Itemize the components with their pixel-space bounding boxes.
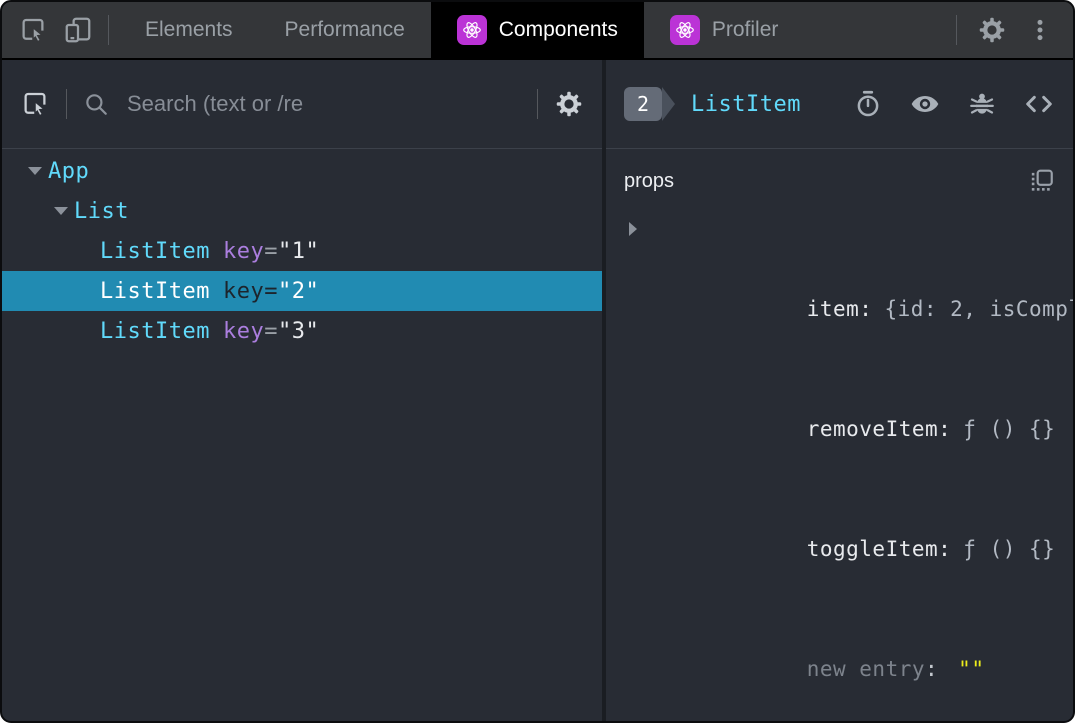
device-toolbar-icon[interactable] — [63, 15, 93, 45]
prop-name: removeItem: — [806, 417, 952, 441]
components-tree-panel: App List ListItemkey="1" ListItemkey="2"… — [2, 60, 606, 721]
key-attr-name: key — [222, 278, 265, 304]
eye-icon[interactable] — [909, 88, 941, 120]
collapse-caret-icon[interactable] — [22, 167, 48, 175]
search-input[interactable] — [125, 90, 521, 118]
component-details-panel: 2 ListItem props item: {id: 2, isComp re… — [606, 60, 1073, 721]
prop-value: {id: 2, isComplete: t… — [884, 297, 1073, 321]
tab-elements[interactable]: Elements — [119, 2, 259, 58]
devtools-tab-bar: Elements Performance Components Profiler — [2, 2, 1073, 60]
new-entry-colon: : — [925, 657, 939, 681]
prop-value: ƒ () {} — [963, 417, 1056, 441]
selected-component-name: ListItem — [691, 91, 801, 117]
tab-label: Elements — [145, 18, 233, 41]
component-name: ListItem — [100, 238, 210, 264]
inspect-element-icon[interactable] — [18, 15, 48, 45]
tab-label: Profiler — [711, 18, 779, 41]
key-badge-value: 2 — [624, 87, 662, 121]
prop-name: toggleItem: — [806, 537, 952, 561]
key-attr-name: key — [222, 318, 265, 344]
search-icon — [83, 91, 109, 117]
key-attr-equals: = — [264, 238, 278, 264]
devtools-tabs: Elements Performance Components Profiler — [119, 2, 804, 58]
tab-label: Components — [498, 18, 618, 41]
key-attr-value: "1" — [277, 238, 320, 264]
react-logo-icon — [456, 15, 487, 45]
bug-icon[interactable] — [967, 89, 997, 119]
tree-settings-gear-icon[interactable] — [554, 89, 584, 119]
tree-toolbar — [2, 60, 602, 149]
new-entry-label[interactable]: new entry — [807, 657, 925, 681]
toolbar-divider — [108, 15, 109, 45]
tab-label: Performance — [284, 18, 405, 41]
key-badge: 2 — [624, 87, 675, 121]
prop-row-toggleitem[interactable]: toggleItem: ƒ () {} — [624, 489, 1055, 609]
view-source-icon[interactable] — [1023, 88, 1055, 120]
prop-row-removeitem[interactable]: removeItem: ƒ () {} — [624, 369, 1055, 489]
prop-row-item[interactable]: item: {id: 2, isComplete: t… — [624, 209, 1073, 369]
prop-name: item: — [806, 297, 873, 321]
component-tree: App List ListItem key = "1" ListItem key = "2"… — [2, 149, 602, 721]
component-name: ListItem — [100, 278, 210, 304]
devtools-window: Elements Performance Components Profiler… — [0, 0, 1075, 723]
selected-component-header: 2 ListItem — [606, 60, 1073, 149]
key-attr-name: key — [222, 238, 265, 264]
key-attr-equals: = — [264, 318, 278, 344]
component-name: List — [74, 198, 129, 224]
expand-caret-icon[interactable] — [629, 222, 637, 236]
key-attr-value: "3" — [277, 318, 320, 344]
select-element-icon[interactable] — [20, 89, 50, 119]
tab-components[interactable]: Components — [430, 2, 644, 58]
tree-row-listitem-2-selected[interactable]: ListItem key = "2" — [2, 271, 602, 311]
toolbar-divider — [537, 89, 538, 119]
new-entry-value[interactable]: "" — [958, 657, 984, 681]
tree-row-list[interactable]: List — [2, 191, 602, 231]
tab-performance[interactable]: Performance — [259, 2, 431, 58]
react-logo-icon — [669, 15, 700, 45]
toolbar-divider — [66, 89, 67, 119]
component-name: ListItem — [100, 318, 210, 344]
tree-row-app[interactable]: App — [2, 151, 602, 191]
prop-row-new-entry[interactable]: new entry: "" — [624, 609, 1055, 721]
kebab-menu-icon[interactable] — [1027, 17, 1053, 43]
props-section-title: props — [624, 169, 675, 192]
prop-value: ƒ () {} — [963, 537, 1056, 561]
props-section: props item: {id: 2, isComp removeItem: ƒ… — [606, 149, 1073, 721]
settings-gear-icon[interactable] — [977, 15, 1007, 45]
collapse-caret-icon[interactable] — [48, 207, 74, 215]
key-badge-arrow — [662, 87, 675, 121]
copy-props-icon[interactable] — [1029, 168, 1055, 194]
key-attr-equals: = — [264, 278, 278, 304]
key-attr-value: "2" — [277, 278, 320, 304]
stopwatch-icon[interactable] — [853, 89, 883, 119]
tree-row-listitem-3[interactable]: ListItem key = "3" — [2, 311, 602, 351]
tree-row-listitem-1[interactable]: ListItem key = "1" — [2, 231, 602, 271]
toolbar-divider — [956, 15, 957, 45]
tab-profiler[interactable]: Profiler — [644, 2, 805, 58]
component-name: App — [48, 158, 90, 184]
